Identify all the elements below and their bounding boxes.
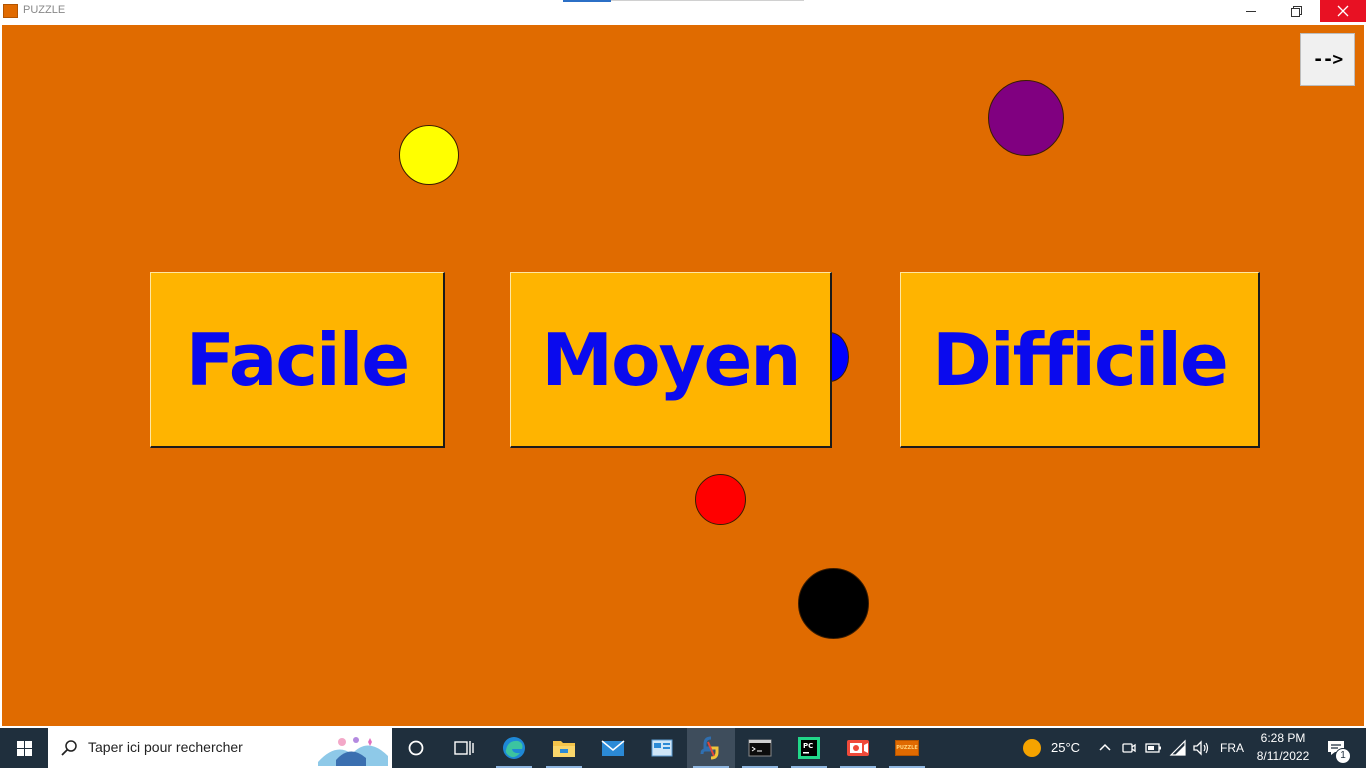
- python-idle-button[interactable]: [687, 728, 735, 768]
- purple-ball: [988, 80, 1064, 156]
- cortana-icon: [408, 740, 424, 756]
- input-language[interactable]: FRA: [1220, 741, 1244, 755]
- game-canvas: Facile Moyen Difficile -->: [2, 25, 1364, 726]
- search-icon: [61, 740, 77, 756]
- taskbar-search-box[interactable]: Taper ici pour rechercher: [48, 728, 392, 768]
- hard-button[interactable]: Difficile: [900, 272, 1260, 448]
- screen-recorder-icon: [847, 740, 869, 756]
- meet-now-icon[interactable]: [1121, 740, 1137, 756]
- search-placeholder: Taper ici pour rechercher: [88, 739, 243, 755]
- medium-button[interactable]: Moyen: [510, 272, 832, 448]
- python-idle-icon: [700, 736, 719, 760]
- terminal-button[interactable]: [736, 728, 784, 768]
- weather-sun-icon[interactable]: [1023, 739, 1041, 757]
- puzzle-taskbar-button[interactable]: PUZZLE: [883, 728, 931, 768]
- pycharm-button[interactable]: PC: [785, 728, 833, 768]
- start-button[interactable]: [0, 728, 48, 768]
- screen-recorder-button[interactable]: [834, 728, 882, 768]
- volume-icon[interactable]: [1192, 740, 1210, 756]
- pycharm-icon: PC: [798, 737, 820, 759]
- taskbar: Taper ici pour rechercher PC PUZZLE 25°C…: [0, 728, 1366, 768]
- puzzle-taskbar-label: PUZZLE: [896, 745, 918, 751]
- cortana-button[interactable]: [392, 728, 440, 768]
- search-highlight-illustration-icon: [318, 737, 388, 766]
- task-view-button[interactable]: [440, 728, 488, 768]
- window-titlebar: PUZZLE: [0, 0, 1366, 23]
- file-explorer-icon: [553, 741, 575, 757]
- control-panel-button[interactable]: [638, 728, 686, 768]
- clock-time[interactable]: 6:28 PM: [1260, 731, 1306, 745]
- yellow-ball: [399, 125, 459, 185]
- notification-count-badge: 1: [1335, 748, 1351, 764]
- red-ball: [695, 474, 746, 525]
- battery-icon[interactable]: [1145, 742, 1163, 754]
- mail-icon: [601, 740, 625, 756]
- close-button[interactable]: [1320, 0, 1366, 22]
- task-view-icon: [454, 741, 474, 755]
- show-hidden-icons-chevron-up-icon[interactable]: [1098, 741, 1112, 753]
- notification-center-button[interactable]: 1: [1320, 728, 1366, 768]
- puzzle-app-icon: [3, 4, 18, 18]
- file-explorer-button[interactable]: [540, 728, 588, 768]
- next-button[interactable]: -->: [1300, 33, 1355, 86]
- title-accent-bar: [563, 0, 611, 2]
- window-title: PUZZLE: [23, 4, 66, 16]
- restore-button[interactable]: [1273, 0, 1318, 22]
- mail-button[interactable]: [589, 728, 637, 768]
- close-icon: [1337, 5, 1349, 17]
- easy-button[interactable]: Facile: [150, 272, 445, 448]
- weather-temperature[interactable]: 25°C: [1051, 740, 1080, 755]
- puzzle-taskbar-icon: PUZZLE: [895, 740, 919, 756]
- edge-icon: [503, 737, 525, 759]
- minimize-button[interactable]: [1228, 0, 1273, 22]
- windows-logo-icon: [16, 740, 32, 756]
- wifi-icon[interactable]: [1169, 739, 1187, 757]
- minimize-icon: [1245, 10, 1256, 12]
- terminal-icon: [748, 739, 772, 757]
- control-panel-icon: [651, 739, 673, 757]
- edge-button[interactable]: [490, 728, 538, 768]
- svg-text:PC: PC: [803, 742, 813, 750]
- title-divider: [611, 0, 804, 1]
- restore-icon: [1290, 6, 1302, 17]
- black-ball: [798, 568, 869, 639]
- clock-date[interactable]: 8/11/2022: [1252, 749, 1314, 763]
